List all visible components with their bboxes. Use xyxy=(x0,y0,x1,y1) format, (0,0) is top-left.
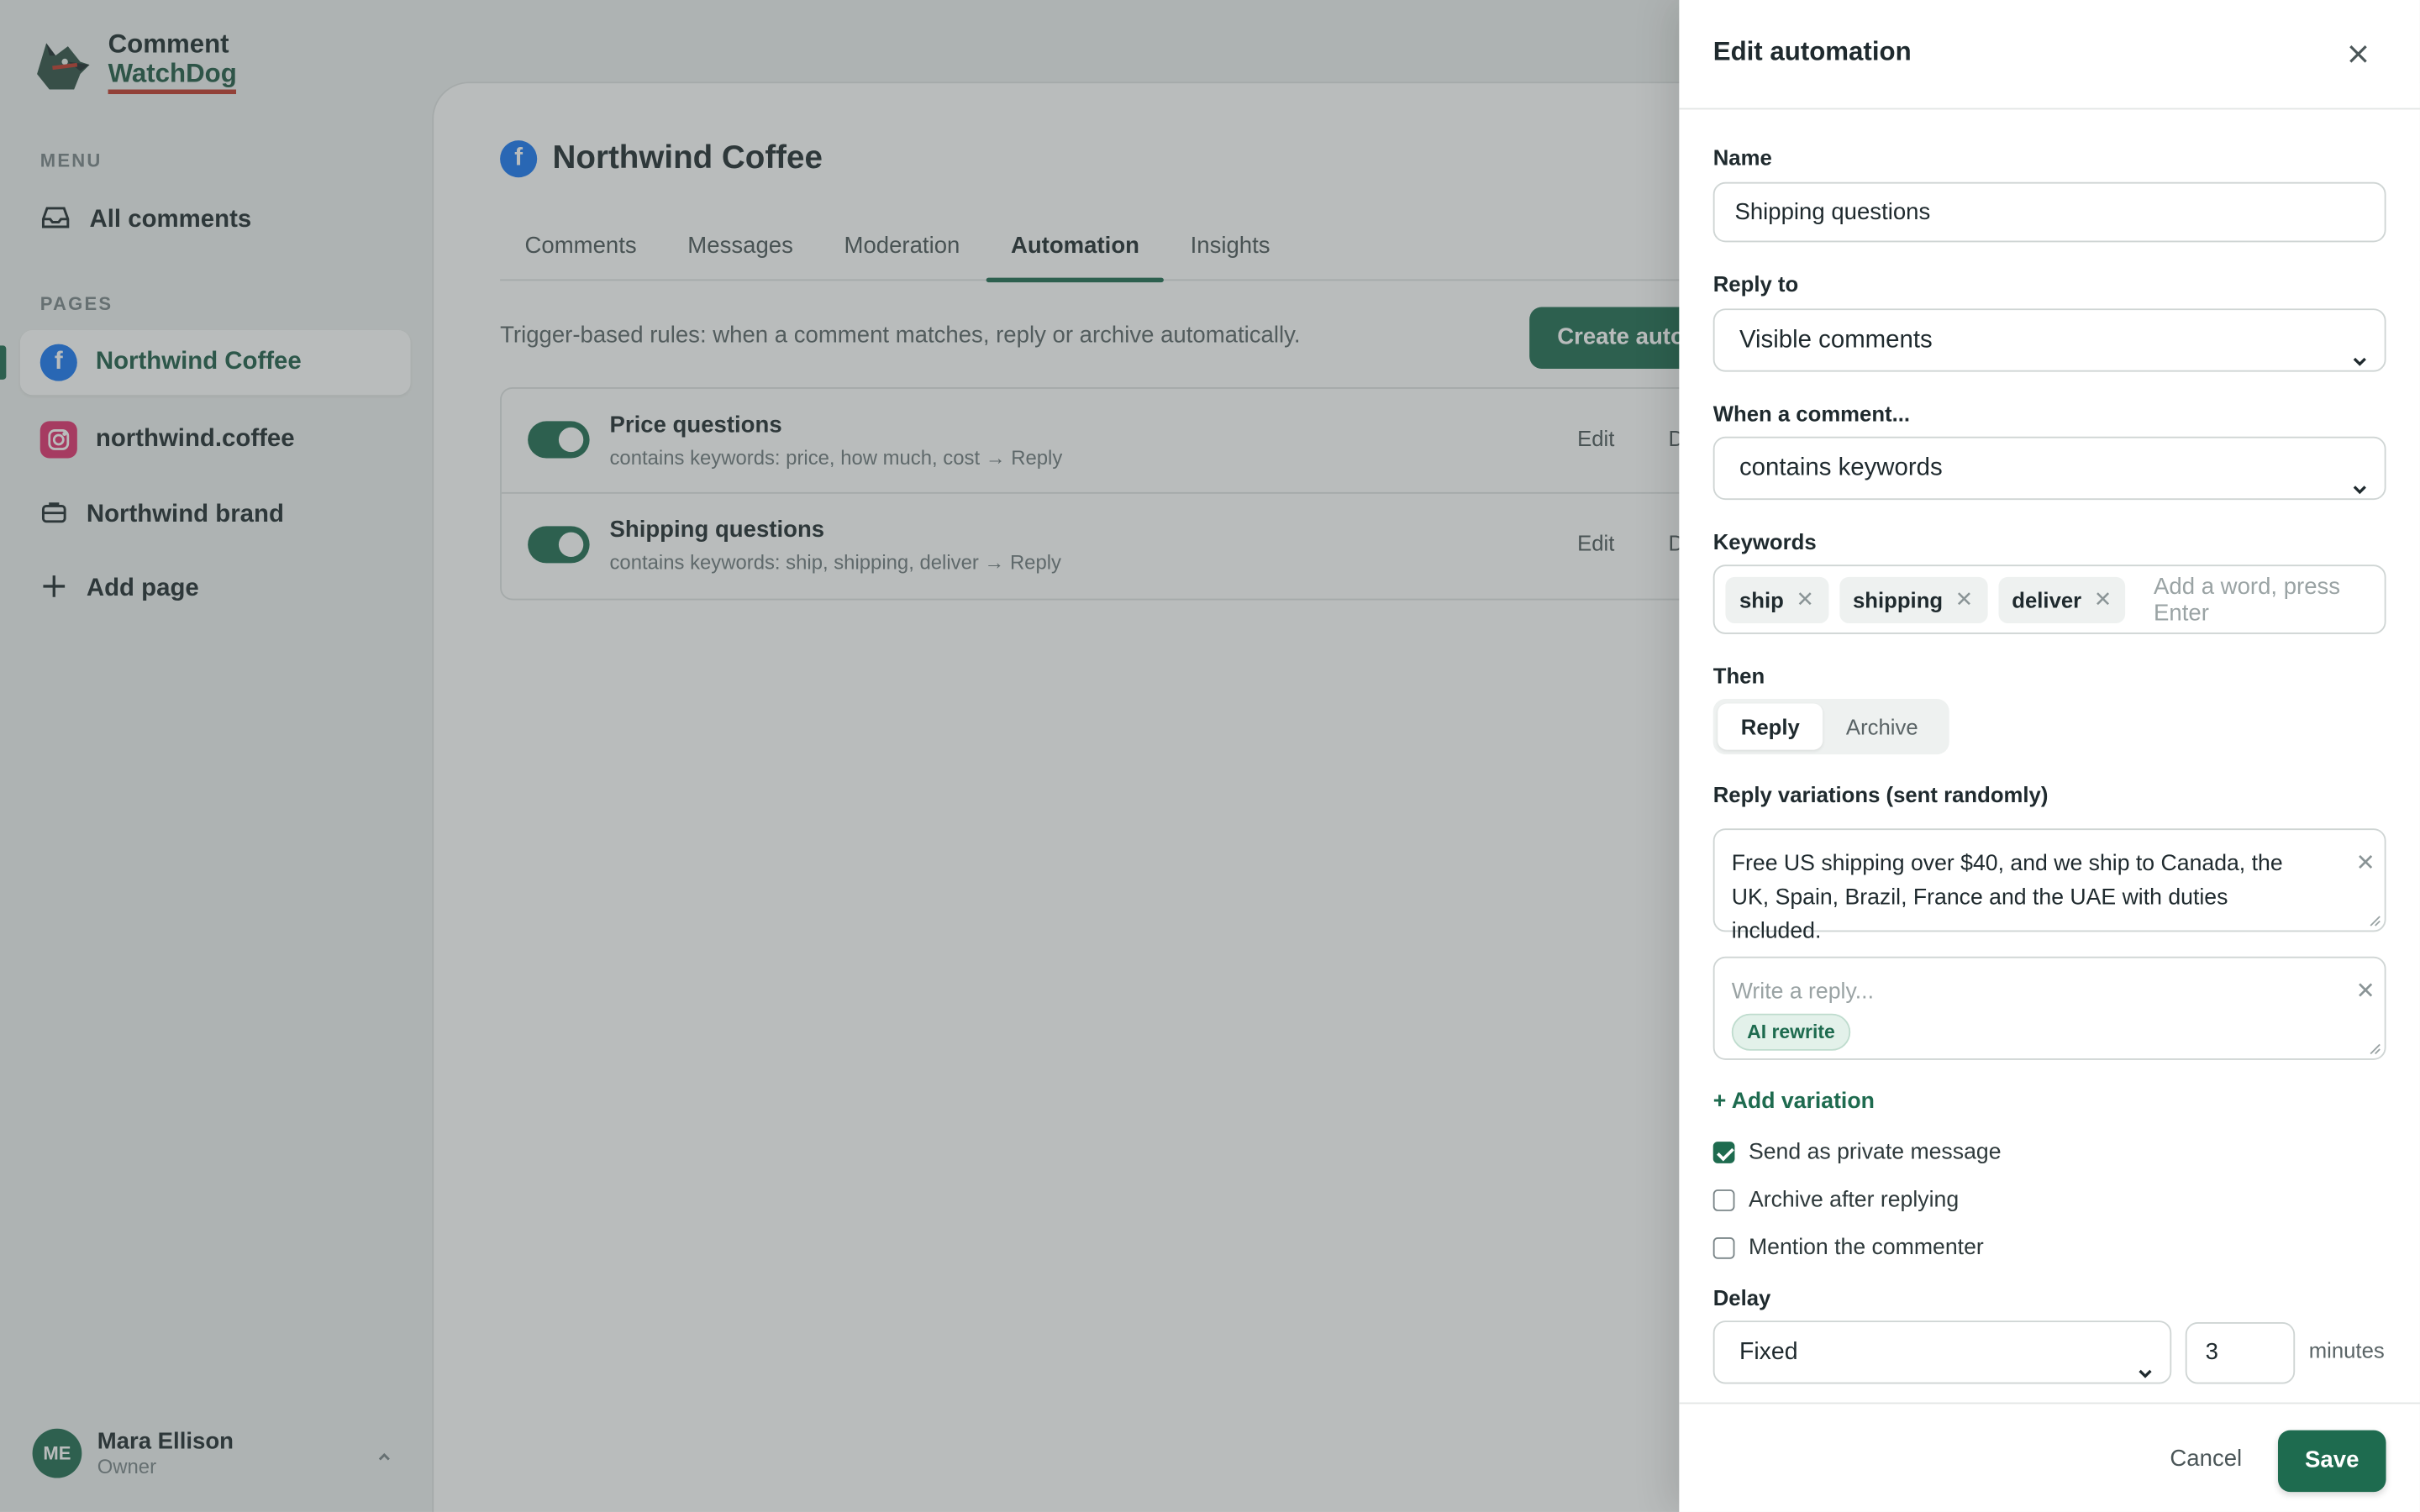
remove-icon[interactable]: ✕ xyxy=(2094,586,2112,612)
add-variation-button[interactable]: + Add variation xyxy=(1713,1089,1875,1114)
option-archive-after[interactable]: Archive after replying xyxy=(1712,1188,1960,1213)
option-label: Archive after replying xyxy=(1748,1188,1960,1213)
delay-mode-value: Fixed xyxy=(1739,1339,1798,1366)
close-icon[interactable] xyxy=(2346,42,2370,66)
resize-handle-icon[interactable] xyxy=(2369,1043,2381,1056)
remove-icon[interactable]: ✕ xyxy=(1955,586,1974,612)
action-archive-option[interactable]: Archive xyxy=(1823,704,1941,750)
checkbox[interactable] xyxy=(1712,1237,1735,1259)
reply-placeholder: Write a reply... xyxy=(1731,979,1875,1005)
save-button[interactable]: Save xyxy=(2277,1430,2386,1493)
delay-mode-select[interactable]: Fixed xyxy=(1712,1320,2172,1384)
reply-variation-textarea[interactable]: Write a reply... ✕ AI rewrite xyxy=(1712,956,2386,1060)
then-label: Then xyxy=(1712,663,1765,689)
chevron-down-icon xyxy=(2136,1346,2154,1406)
keywords-input[interactable]: ship ✕ shipping ✕ deliver ✕ Add a word, pre… xyxy=(1712,564,2386,634)
keyword-placeholder[interactable]: Add a word, press Enter xyxy=(2154,573,2385,625)
keyword-chip: deliver ✕ xyxy=(1997,576,2126,623)
edit-automation-drawer: Edit automation Name Shipping questions … xyxy=(1679,0,2420,1512)
action-toggle: Reply Archive xyxy=(1712,699,1949,755)
cancel-button[interactable]: Cancel xyxy=(2170,1446,2242,1472)
delay-unit-label: minutes xyxy=(2308,1337,2385,1362)
name-field[interactable]: Shipping questions xyxy=(1712,181,2386,243)
keyword-text: shipping xyxy=(1852,586,1944,612)
app-root: Comment WatchDog MENU All comments PAGES… xyxy=(0,0,2420,1512)
drawer-footer: Cancel Save xyxy=(1679,1402,2420,1512)
drawer-header: Edit automation xyxy=(1679,0,2420,110)
keyword-chip: ship ✕ xyxy=(1725,576,1828,623)
resize-handle-icon[interactable] xyxy=(2369,915,2381,927)
option-label: Mention the commenter xyxy=(1748,1236,1984,1261)
remove-variation-icon[interactable]: ✕ xyxy=(2356,975,2375,1009)
condition-select[interactable]: contains keywords xyxy=(1712,436,2386,501)
chevron-down-icon xyxy=(2350,333,2369,394)
option-private-message[interactable]: Send as private message xyxy=(1712,1140,2002,1165)
name-label: Name xyxy=(1712,144,1772,171)
action-reply-option[interactable]: Reply xyxy=(1718,703,1823,750)
keyword-text: deliver xyxy=(2012,586,2082,612)
keyword-chip: shipping ✕ xyxy=(1839,576,1987,623)
keywords-label: Keywords xyxy=(1712,528,1817,554)
reply-to-value: Visible comments xyxy=(1739,327,1933,354)
variations-label: Reply variations (sent randomly) xyxy=(1712,782,2049,807)
delay-label: Delay xyxy=(1712,1284,1771,1310)
checkbox[interactable] xyxy=(1712,1142,1735,1163)
remove-icon[interactable]: ✕ xyxy=(1797,586,1815,612)
ai-rewrite-button[interactable]: AI rewrite xyxy=(1731,1013,1851,1051)
option-mention-commenter[interactable]: Mention the commenter xyxy=(1712,1236,1984,1261)
checkbox[interactable] xyxy=(1712,1189,1735,1211)
delay-minutes-input[interactable]: 3 xyxy=(2185,1322,2296,1384)
remove-variation-icon[interactable]: ✕ xyxy=(2356,847,2375,880)
reply-to-select[interactable]: Visible comments xyxy=(1712,308,2386,372)
chevron-down-icon xyxy=(2350,461,2369,522)
option-label: Send as private message xyxy=(1748,1140,2002,1165)
condition-value: contains keywords xyxy=(1739,454,1943,482)
drawer-title: Edit automation xyxy=(1712,37,1912,66)
keyword-text: ship xyxy=(1739,586,1784,612)
reply-variation-textarea[interactable]: Free US shipping over $40, and we ship t… xyxy=(1712,828,2386,944)
reply-to-label: Reply to xyxy=(1712,271,1799,297)
when-label: When a comment... xyxy=(1712,401,1911,426)
reply-variation-text: Free US shipping over $40, and we ship t… xyxy=(1731,851,2283,945)
